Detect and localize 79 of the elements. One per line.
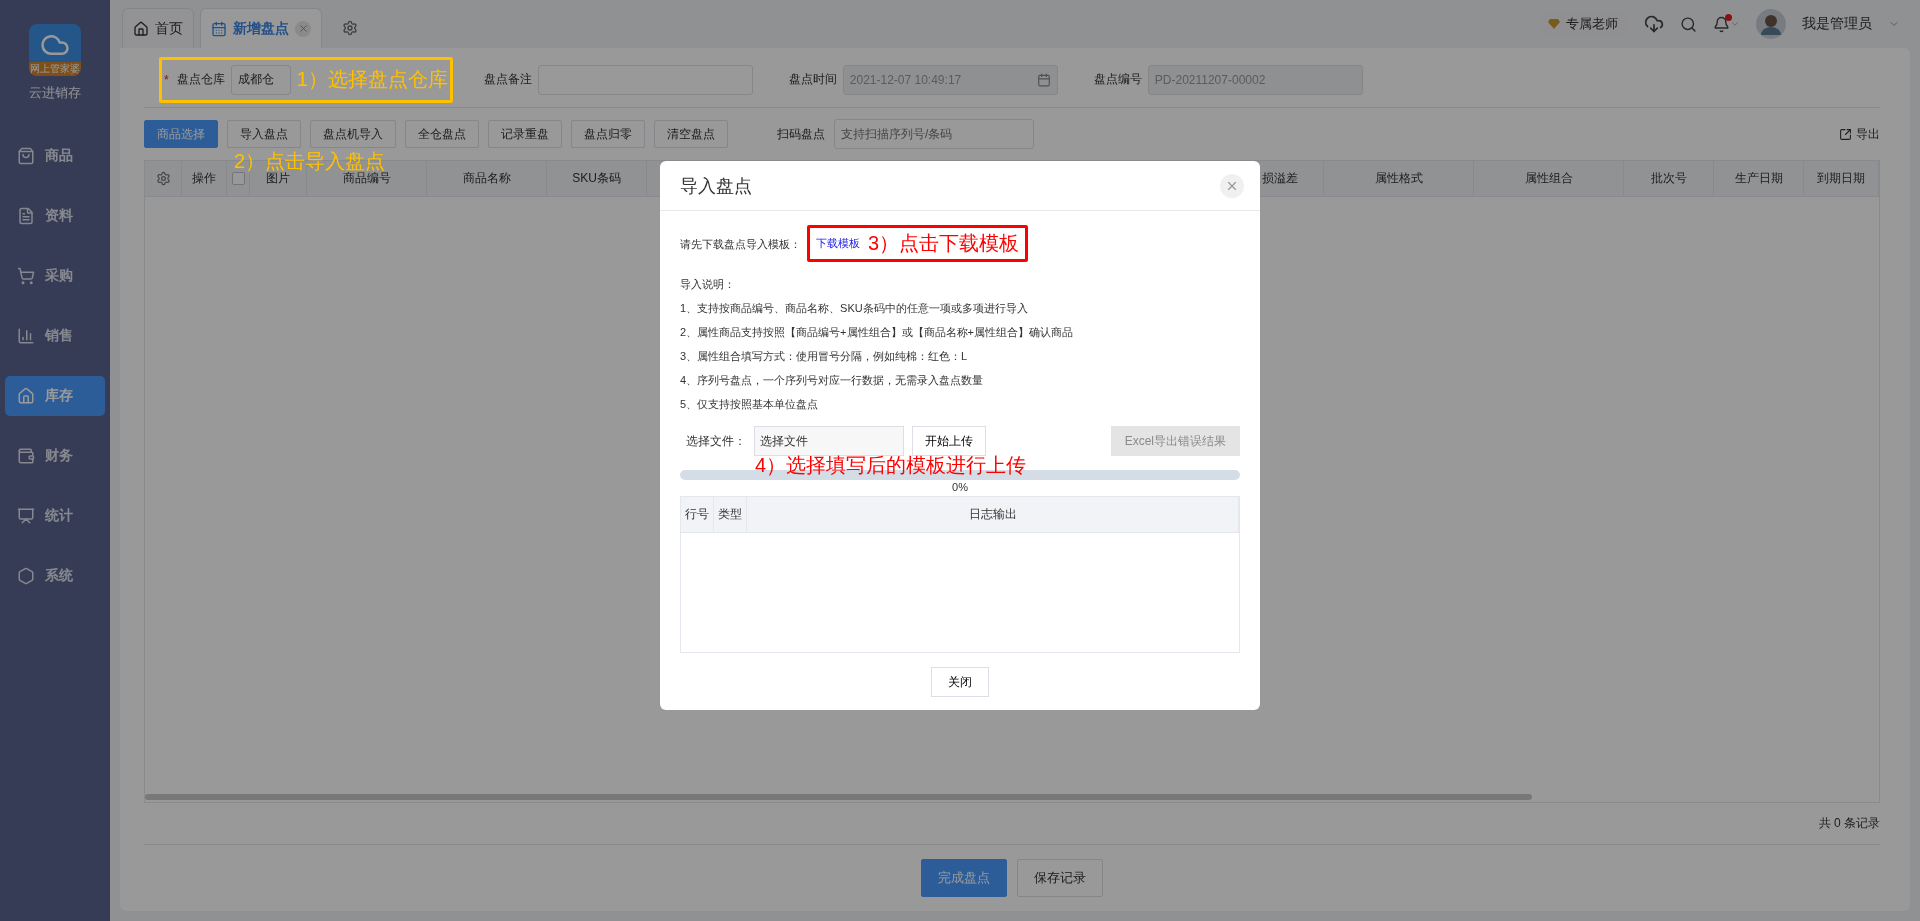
search-icon[interactable] <box>1680 15 1697 33</box>
instruction-line: 3、属性组合填写方式：使用冒号分隔，例如纯棉：红色：L <box>680 349 969 364</box>
tab[interactable]: 新增盘点 <box>200 8 322 48</box>
settings-icon[interactable] <box>342 20 358 36</box>
select-all-checkbox[interactable] <box>231 172 245 185</box>
tab[interactable]: 首页 <box>122 8 194 48</box>
annotation-text: 1）选择盘点仓库 <box>296 67 448 92</box>
column-header: 到期日期 <box>1804 161 1879 196</box>
wallet-icon <box>17 447 35 465</box>
notification-icon[interactable] <box>1713 15 1730 33</box>
toolbar-button[interactable]: 全仓盘点 <box>405 120 479 148</box>
document-icon <box>17 207 35 225</box>
column-header: 行号 <box>681 497 714 532</box>
column-header: 类型 <box>714 497 747 532</box>
bag-icon <box>17 147 35 165</box>
scrollbar[interactable] <box>145 794 1533 800</box>
toolbar-button[interactable]: 盘点归零 <box>571 120 645 148</box>
sidebar-item[interactable]: 商品 <box>5 136 105 176</box>
download-template-link[interactable]: 下载模板 <box>816 236 860 251</box>
calendar-icon <box>211 20 227 37</box>
upload-button[interactable]: 开始上传 <box>912 426 986 456</box>
presentation-icon <box>17 507 35 525</box>
cart-icon <box>17 267 35 285</box>
annotation-text: 3）点击下载模板 <box>868 231 1020 256</box>
house-icon <box>17 387 35 405</box>
instruction-line: 5、仅支持按照基本单位盘点 <box>680 397 820 412</box>
column-header: 日志输出 <box>747 497 1239 532</box>
sidebar-item[interactable]: 财务 <box>5 436 105 476</box>
avatar-icon[interactable] <box>1756 9 1786 39</box>
close-button[interactable] <box>1220 173 1244 198</box>
annotation-text: 2）点击导入盘点 <box>234 149 386 173</box>
column-header: SKU条码 <box>547 161 647 196</box>
hexagon-icon <box>17 567 35 585</box>
required-mark: * <box>164 72 169 87</box>
settings-icon[interactable] <box>155 171 171 186</box>
column-header: 操作 <box>182 161 227 196</box>
scan-field[interactable]: 支持扫描序列号/条码 <box>834 119 1034 149</box>
file-field[interactable]: 选择文件 <box>754 426 904 456</box>
logo-banner: 网上管家婆 <box>29 62 81 76</box>
input-field[interactable]: 成都仓 <box>230 64 291 95</box>
column-header: 生产日期 <box>1714 161 1804 196</box>
column-header: 属性格式 <box>1324 161 1474 196</box>
close-dialog-button[interactable]: 关闭 <box>931 667 989 697</box>
sidebar-item[interactable]: 系统 <box>5 556 105 596</box>
footer-button[interactable]: 保存记录 <box>1017 859 1103 897</box>
toolbar-button[interactable]: 导入盘点 <box>227 120 301 148</box>
field-label: 盘点编号 <box>1093 71 1142 88</box>
dialog-title: 导入盘点 <box>680 174 752 198</box>
home-icon <box>133 20 149 37</box>
instructions-title: 导入说明： <box>680 277 736 292</box>
sidebar-item[interactable]: 销售 <box>5 316 105 356</box>
column-header: 属性组合 <box>1474 161 1624 196</box>
annotation-text: 4）选择填写后的模板进行上传 <box>755 453 1027 478</box>
sidebar-item[interactable]: 统计 <box>5 496 105 536</box>
cloud-download-icon[interactable] <box>1644 14 1664 34</box>
user-name[interactable]: 我是管理员 <box>1802 15 1872 33</box>
prompt-text: 请先下载盘点导入模板： <box>680 236 801 252</box>
sidebar-item[interactable]: 采购 <box>5 256 105 296</box>
field-label: 扫码盘点 <box>777 125 825 143</box>
export-icon[interactable] <box>1839 127 1852 141</box>
app-name: 云进销存 <box>29 84 81 102</box>
field-label: 盘点仓库 <box>176 71 225 88</box>
field-label: 选择文件： <box>686 432 746 450</box>
instruction-line: 2、属性商品支持按照【商品编号+属性组合】或【商品名称+属性组合】确认商品 <box>680 325 1074 340</box>
export-link[interactable]: 导出 <box>1839 125 1880 143</box>
sidebar-item[interactable]: 资料 <box>5 196 105 236</box>
instruction-line: 1、支持按商品编号、商品名称、SKU条码中的任意一项或多项进行导入 <box>680 301 1029 316</box>
field-label: 盘点备注 <box>483 71 532 88</box>
toolbar-button[interactable]: 清空盘点 <box>654 120 728 148</box>
column-header: 商品名称 <box>427 161 547 196</box>
bar-chart-icon <box>17 327 35 345</box>
record-count: 共 0 条记录 <box>1818 815 1880 832</box>
column-header: 批次号 <box>1624 161 1714 196</box>
progress-label: 0% <box>952 481 968 494</box>
toolbar-button[interactable]: 盘点机导入 <box>310 120 396 148</box>
caret-icon[interactable] <box>1730 19 1740 29</box>
field-label: 盘点时间 <box>788 71 837 88</box>
toolbar-button[interactable]: 记录重盘 <box>488 120 562 148</box>
instruction-line: 4、序列号盘点，一个序列号对应一行数据，无需录入盘点数量 <box>680 373 985 388</box>
